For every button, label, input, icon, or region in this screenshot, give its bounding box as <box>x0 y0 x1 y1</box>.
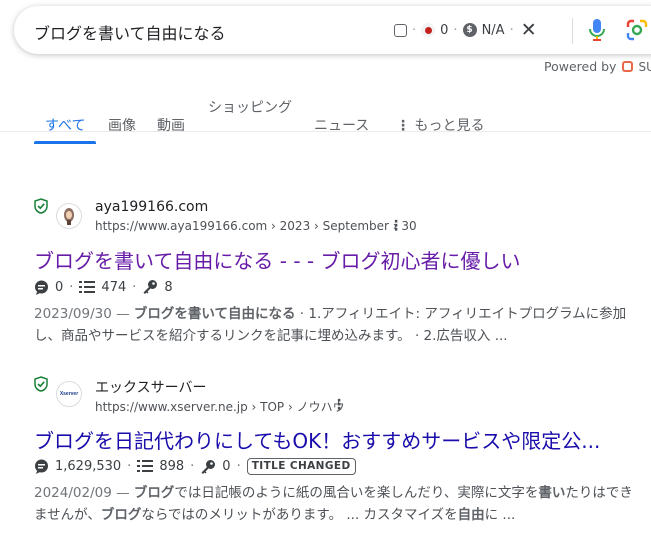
site-favicon[interactable] <box>56 203 82 229</box>
site-url[interactable]: https://www.aya199166.com › 2023 › Septe… <box>95 219 417 233</box>
seo-extension-logo-icon <box>622 61 634 72</box>
shield-check-icon <box>34 198 48 218</box>
tab-videos[interactable]: 動画 <box>157 115 185 135</box>
links-count: 0 <box>222 459 231 474</box>
rank-value: 0 <box>440 22 449 38</box>
microphone-icon[interactable] <box>588 18 606 46</box>
portrait-icon <box>64 208 74 225</box>
tab-all[interactable]: すべて <box>45 115 85 135</box>
more-options-icon[interactable]: ⋮ <box>332 397 346 413</box>
comments-count: 1,629,530 <box>55 459 122 474</box>
key-icon <box>200 459 216 475</box>
checkbox-icon[interactable] <box>394 23 407 37</box>
result-title[interactable]: ブログを書いて自由になる - - - ブログ初心者に優しい <box>34 245 520 274</box>
result-snippet: 2024/02/09 — ブログでは日記帳のように紙の風合いを楽しんだり、実際に… <box>34 485 633 523</box>
comment-icon <box>34 280 49 295</box>
site-url[interactable]: https://www.xserver.ne.jp › TOP › ノウハウ <box>95 398 345 415</box>
result-stats: 0 · 474 · 8 <box>34 279 179 295</box>
rank-dot-icon <box>421 23 436 37</box>
links-count: 8 <box>164 279 173 295</box>
site-favicon[interactable]: Xserver <box>56 381 82 407</box>
google-lens-icon[interactable] <box>626 19 648 45</box>
result-stats: 1,629,530 · 898 · 0 · TITLE CHANGED <box>34 458 356 475</box>
site-name[interactable]: aya199166.com <box>95 199 208 215</box>
divider <box>572 18 573 44</box>
more-options-icon[interactable]: ⋮ <box>389 218 403 234</box>
tab-news[interactable]: ニュース <box>314 115 369 135</box>
word-count-icon <box>137 460 154 473</box>
close-icon[interactable]: ✕ <box>521 19 537 41</box>
xserver-logo: Xserver <box>59 391 79 397</box>
tab-more[interactable]: ⋮ もっと見る <box>396 115 484 135</box>
shield-check-icon <box>34 376 48 396</box>
dollar-icon: $ <box>462 23 477 37</box>
search-bar[interactable]: ブログを書いて自由になる · 0 · $ N/A · ✕ <box>14 6 651 54</box>
site-name[interactable]: エックスサーバー <box>95 377 206 397</box>
word-count-icon <box>79 280 96 294</box>
comment-icon <box>34 459 49 474</box>
key-icon <box>142 279 158 295</box>
value-na: N/A <box>481 22 505 38</box>
comments-count: 0 <box>55 279 64 295</box>
word-count: 898 <box>159 459 185 474</box>
result-title[interactable]: ブログを日記代わりにしてもOK！おすすめサービスや限定公... <box>34 425 600 454</box>
search-input[interactable]: ブログを書いて自由になる <box>34 20 226 44</box>
seo-toolbar: · 0 · $ N/A · ✕ <box>394 19 537 41</box>
powered-by: Powered by SU <box>544 59 651 74</box>
tab-shopping[interactable]: ショッピング <box>208 97 292 117</box>
result-snippet: 2023/09/30 — ブログを書いて自由になる · 1.アフィリエイト: ア… <box>34 306 627 344</box>
active-tab-indicator <box>34 141 96 144</box>
title-changed-badge: TITLE CHANGED <box>246 458 356 475</box>
word-count: 474 <box>101 279 127 295</box>
tabs-divider <box>0 131 651 132</box>
tab-images[interactable]: 画像 <box>108 115 136 135</box>
